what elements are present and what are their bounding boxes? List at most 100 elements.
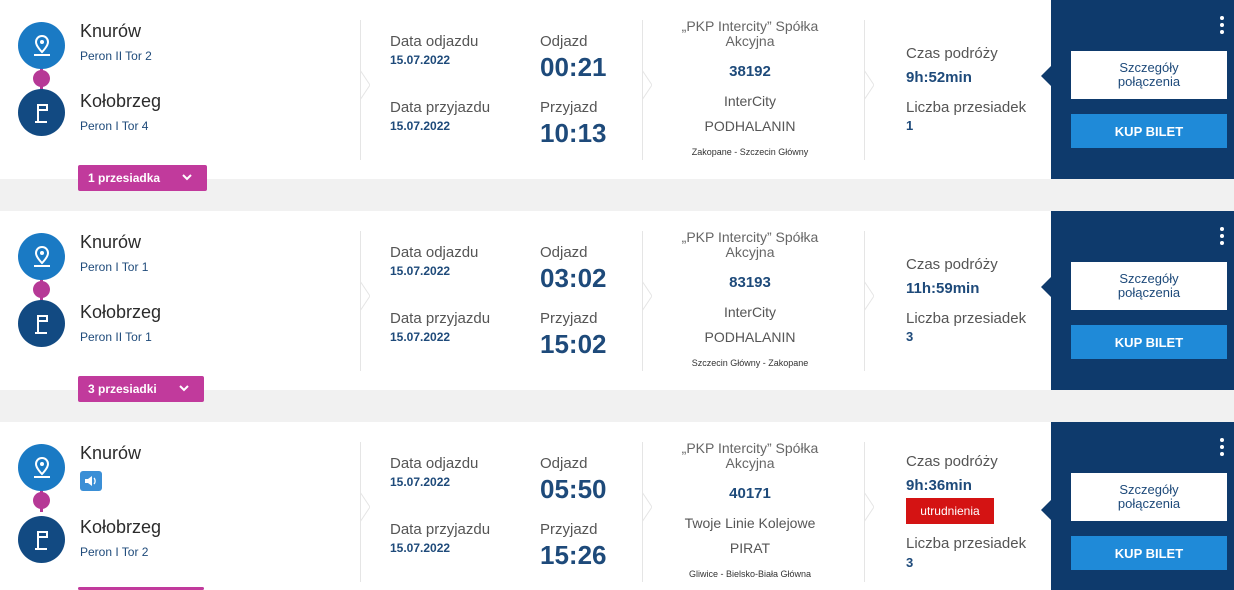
train-brand: InterCity (723, 93, 777, 109)
action-panel: Szczegóły połączenia KUP BILET (1041, 422, 1234, 590)
train-relation: Zakopane - Szczecin Główny (691, 147, 809, 157)
separator-chevron-icon (864, 492, 874, 522)
chevron-down-icon (179, 385, 189, 392)
transfers-count-label: Liczba przesiadek (906, 310, 1027, 327)
departure-station: Knurów (80, 443, 142, 463)
carrier-name: „PKP Intercity” Spółka (681, 18, 819, 34)
disruption-badge[interactable]: utrudnienia (906, 498, 994, 524)
carrier-name: „PKP Intercity” Spółka (681, 229, 819, 245)
arrival-station: Kołobrzeg (80, 302, 162, 322)
details-label-2: połączenia (1117, 74, 1181, 89)
train-relation: Gliwice - Bielsko-Biała Główna (688, 569, 812, 579)
buy-ticket-button[interactable]: KUP BILET (1071, 114, 1227, 148)
train-relation: Szczecin Główny - Zakopane (691, 358, 809, 368)
transfers-count: 3 (906, 329, 914, 344)
departure-time-label: Odjazd (540, 244, 588, 261)
chevron-down-icon (182, 174, 192, 181)
details-button[interactable]: Szczegóły połączenia (1071, 262, 1227, 310)
transfers-count-label: Liczba przesiadek (906, 99, 1027, 116)
separator-chevron-icon (642, 281, 652, 311)
train-brand: Twoje Linie Kolejowe (684, 515, 816, 531)
transfers-label: 3 przesiadki (88, 382, 157, 396)
transfers-count-label: Liczba przesiadek (906, 535, 1027, 552)
duration-label: Czas podróży (906, 45, 998, 62)
arrival-station: Kołobrzeg (80, 91, 162, 111)
departure-time-label: Odjazd (540, 33, 588, 50)
arrival-flag-icon (18, 300, 65, 347)
connection-card: Knurów Peron I Tor 1 Kołobrzeg Peron II … (0, 211, 1234, 402)
more-options-icon[interactable] (1220, 227, 1226, 245)
departure-station: Knurów (80, 21, 142, 41)
duration: 9h:36min (906, 477, 972, 494)
arrival-time-label: Przyjazd (540, 521, 598, 538)
details-button[interactable]: Szczegóły połączenia (1071, 51, 1227, 99)
more-options-icon[interactable] (1220, 16, 1226, 34)
transfers-toggle-button[interactable]: 1 przesiadka (78, 165, 207, 191)
arrival-time: 15:26 (540, 540, 607, 570)
arrival-platform: Peron II Tor 1 (80, 330, 152, 344)
action-panel: Szczegóły połączenia KUP BILET (1041, 0, 1234, 179)
departure-time: 05:50 (540, 474, 607, 504)
departure-date: 15.07.2022 (390, 475, 451, 489)
arrival-time-label: Przyjazd (540, 310, 598, 327)
details-button[interactable]: Szczegóły połączenia (1071, 473, 1227, 521)
departure-station: Knurów (80, 232, 142, 252)
arrival-flag-icon (18, 89, 65, 136)
transfers-toggle-button[interactable]: 3 przesiadki (78, 376, 204, 402)
arrival-time: 15:02 (540, 329, 607, 359)
duration: 11h:59min (906, 280, 980, 297)
details-label: Szczegóły (1119, 60, 1179, 75)
buy-ticket-button[interactable]: KUP BILET (1071, 325, 1227, 359)
panel-notch (1041, 277, 1051, 297)
departure-date-label: Data odjazdu (390, 244, 479, 261)
transfers-count: 1 (906, 118, 914, 133)
arrival-platform: Peron I Tor 2 (80, 545, 149, 559)
carrier-name-2: Akcyjna (725, 244, 775, 260)
train-number: 40171 (729, 485, 771, 502)
train-number: 38192 (729, 63, 771, 80)
panel-notch (1041, 66, 1051, 86)
train-name: PIRAT (729, 540, 771, 556)
arrival-date: 15.07.2022 (390, 330, 451, 344)
buy-ticket-button[interactable]: KUP BILET (1071, 536, 1227, 570)
train-name: PODHALANIN (704, 329, 796, 345)
connection-card: Knurów Peron II Tor 2 Kołobrzeg Peron I … (0, 0, 1234, 191)
departure-date-label: Data odjazdu (390, 33, 479, 50)
carrier-name-2: Akcyjna (725, 33, 775, 49)
departure-date-label: Data odjazdu (390, 455, 479, 472)
details-label-2: połączenia (1117, 285, 1181, 300)
carrier: „PKP Intercity” Spółka Akcyjna (660, 19, 840, 49)
departure-time: 03:02 (540, 263, 607, 293)
duration-label: Czas podróży (906, 453, 998, 470)
transfers-count: 3 (906, 555, 914, 570)
separator-chevron-icon (360, 70, 370, 100)
transfers-label: 1 przesiadka (88, 171, 161, 185)
details-label: Szczegóły (1119, 271, 1179, 286)
departure-date: 15.07.2022 (390, 53, 451, 67)
arrival-date-label: Data przyjazdu (390, 310, 491, 327)
carrier-name: „PKP Intercity” Spółka (681, 440, 819, 456)
departure-platform: Peron I Tor 1 (80, 260, 149, 274)
arrival-time-label: Przyjazd (540, 99, 598, 116)
departure-pin-icon (18, 233, 65, 280)
carrier: „PKP Intercity” Spółka Akcyjna (660, 230, 840, 260)
departure-date: 15.07.2022 (390, 264, 451, 278)
carrier: „PKP Intercity” Spółka Akcyjna (660, 441, 840, 471)
route-dot (33, 492, 50, 509)
duration-label: Czas podróży (906, 256, 998, 273)
duration: 9h:52min (906, 69, 972, 86)
separator-chevron-icon (864, 281, 874, 311)
connection-card: Knurów Kołobrzeg Peron I Tor 2 Data odja… (0, 422, 1234, 590)
separator-chevron-icon (360, 281, 370, 311)
separator-chevron-icon (642, 70, 652, 100)
speaker-icon[interactable] (80, 471, 102, 491)
arrival-date-label: Data przyjazdu (390, 99, 491, 116)
separator-chevron-icon (360, 492, 370, 522)
separator-chevron-icon (642, 492, 652, 522)
departure-platform: Peron II Tor 2 (80, 49, 152, 63)
arrival-platform: Peron I Tor 4 (80, 119, 149, 133)
panel-notch (1041, 500, 1051, 520)
arrival-station: Kołobrzeg (80, 517, 162, 537)
more-options-icon[interactable] (1220, 438, 1226, 456)
carrier-name-2: Akcyjna (725, 455, 775, 471)
